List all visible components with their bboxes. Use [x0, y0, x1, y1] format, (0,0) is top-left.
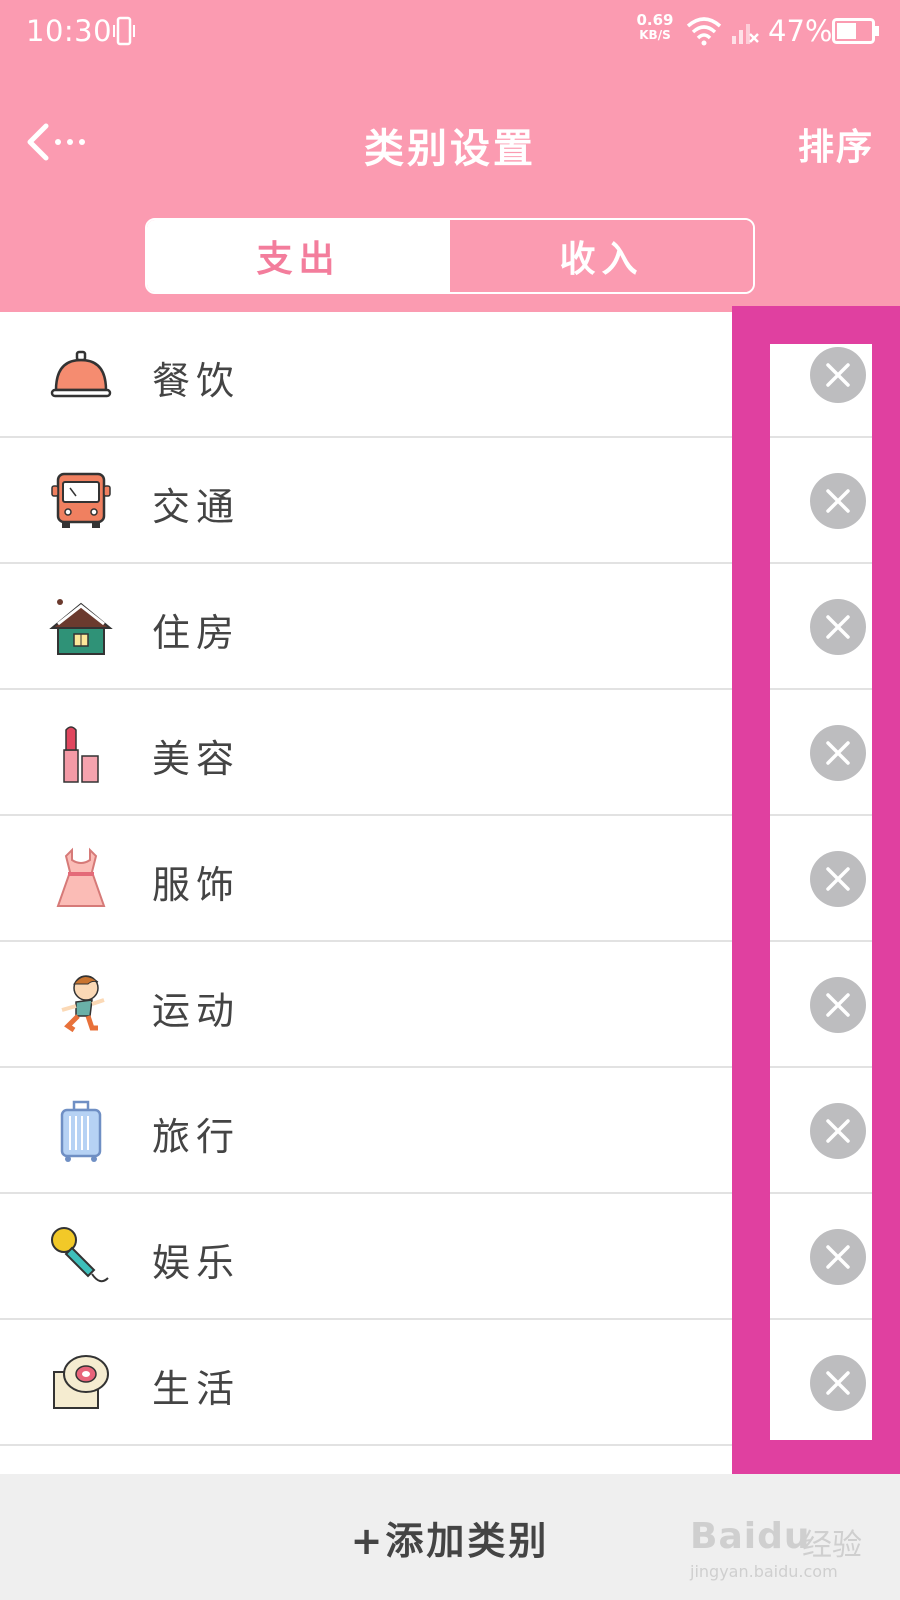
- network-speed-unit: KB/S: [639, 28, 671, 42]
- category-label: 交通: [152, 485, 241, 529]
- type-segmented-control: 支出 收入: [145, 218, 755, 294]
- category-label: 美容: [152, 737, 241, 781]
- delete-category-button[interactable]: [810, 725, 866, 781]
- close-icon: [826, 1119, 850, 1143]
- delete-category-button[interactable]: [810, 851, 866, 907]
- network-speed: 0.69 KB/S: [632, 12, 678, 42]
- close-icon: [826, 867, 850, 891]
- close-icon: [826, 993, 850, 1017]
- running-boy-icon: [61, 975, 105, 1033]
- sort-button[interactable]: 排序: [798, 118, 874, 170]
- delete-category-button[interactable]: [810, 599, 866, 655]
- tab-expense[interactable]: 支出: [147, 220, 450, 292]
- delete-category-button[interactable]: [810, 347, 866, 403]
- category-label: 娱乐: [152, 1241, 241, 1285]
- back-arrow-icon[interactable]: [26, 120, 92, 164]
- battery-icon: [832, 18, 879, 44]
- category-label: 旅行: [152, 1115, 241, 1159]
- category-label: 运动: [152, 989, 241, 1033]
- category-label: 生活: [152, 1367, 241, 1411]
- category-label: 餐饮: [152, 359, 241, 403]
- wifi-icon: [686, 17, 722, 46]
- battery-percent: 47%: [768, 14, 833, 48]
- category-row-sports[interactable]: 运动: [0, 942, 900, 1068]
- delete-category-button[interactable]: [810, 1103, 866, 1159]
- category-row-clothing[interactable]: 服饰: [0, 816, 900, 942]
- category-row-housing[interactable]: 住房: [0, 564, 900, 690]
- add-category-button[interactable]: +添加类别: [0, 1474, 900, 1600]
- network-speed-value: 0.69: [636, 11, 674, 29]
- delete-category-button[interactable]: [810, 977, 866, 1033]
- close-icon: [826, 741, 850, 765]
- bus-icon: [51, 472, 111, 528]
- suitcase-icon: [60, 1100, 102, 1162]
- category-label: 住房: [152, 611, 241, 655]
- microphone-icon: [51, 1227, 109, 1283]
- delete-category-button[interactable]: [810, 1355, 866, 1411]
- footer-bar: +添加类别: [0, 1474, 900, 1600]
- close-icon: [826, 1371, 850, 1395]
- category-label: 服饰: [152, 863, 241, 907]
- close-icon: [826, 363, 850, 387]
- status-time: 10:30: [26, 14, 113, 48]
- category-row-dining[interactable]: 餐饮: [0, 312, 900, 438]
- vibrate-icon: [113, 16, 135, 46]
- close-icon: [826, 615, 850, 639]
- close-icon: [826, 1245, 850, 1269]
- category-row-transport[interactable]: 交通: [0, 438, 900, 564]
- category-row-living[interactable]: 生活: [0, 1320, 900, 1446]
- lipstick-icon: [63, 726, 99, 783]
- page-title: 类别设置: [364, 126, 536, 172]
- close-icon: [826, 489, 850, 513]
- category-list: 餐饮 交通 住房 美容 服饰 运动 旅行 娱乐 生活: [0, 312, 900, 1446]
- toilet-paper-icon: [53, 1355, 109, 1409]
- no-signal-icon: [732, 24, 759, 44]
- status-bar: 10:30 0.69 KB/S 47%: [0, 0, 900, 64]
- category-row-entertainment[interactable]: 娱乐: [0, 1194, 900, 1320]
- category-row-beauty[interactable]: 美容: [0, 690, 900, 816]
- cloche-icon: [50, 350, 112, 398]
- house-icon: [49, 599, 113, 655]
- dress-icon: [56, 847, 106, 907]
- delete-category-button[interactable]: [810, 1229, 866, 1285]
- app-header: 10:30 0.69 KB/S 47% 类别设置 排序 支出 收入: [0, 0, 900, 312]
- category-row-travel[interactable]: 旅行: [0, 1068, 900, 1194]
- delete-category-button[interactable]: [810, 473, 866, 529]
- tab-income[interactable]: 收入: [450, 220, 753, 292]
